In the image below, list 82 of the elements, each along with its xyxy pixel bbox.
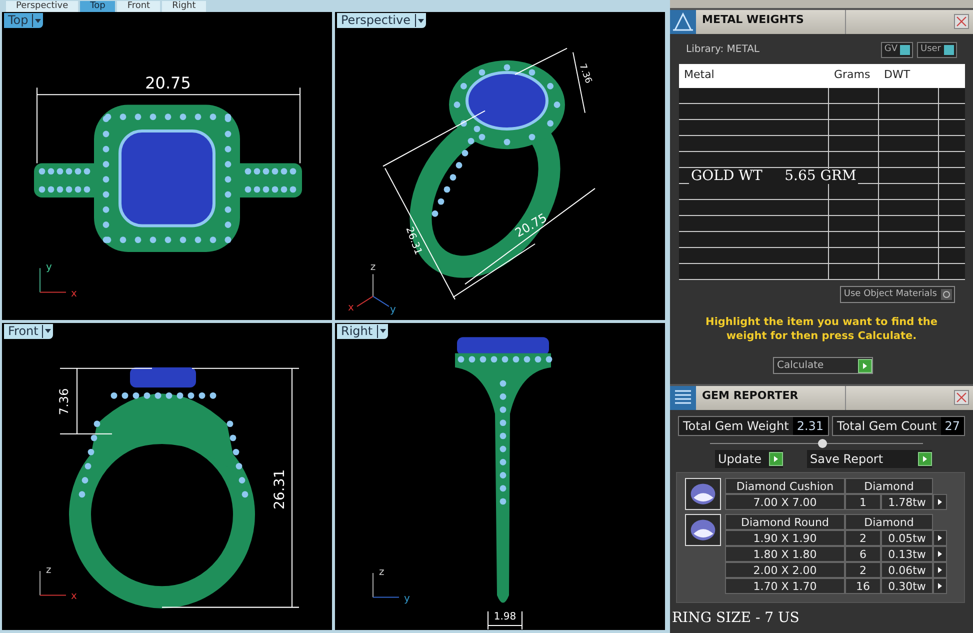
gem-material: Diamond — [845, 478, 933, 494]
ring-size-caption: RING SIZE - 7 US — [672, 609, 800, 628]
toggle-switch[interactable]: User — [917, 42, 957, 58]
total-label: Total Gem Weight — [682, 418, 789, 435]
viewport-tab[interactable]: Right — [337, 324, 388, 338]
splitter-knob-icon[interactable] — [818, 439, 827, 448]
axis-label: z — [46, 564, 52, 576]
caret-icon — [376, 324, 386, 338]
gem-weight: 0.06tw — [881, 562, 933, 578]
dimension-label: 7.36 — [576, 62, 593, 85]
dimension-line — [488, 610, 522, 629]
viewport-tab[interactable]: Perspective — [337, 13, 426, 28]
gem-size: 1.70 X 1.70 — [725, 578, 845, 594]
gem-weight: 1.78tw — [881, 494, 933, 510]
gem-icon — [685, 514, 721, 546]
total-value: 2.31 — [792, 417, 828, 435]
column-header: Grams — [833, 67, 872, 84]
view-tab[interactable]: Top — [80, 1, 116, 12]
select-button[interactable] — [933, 562, 947, 578]
panel-title: METAL WEIGHTS — [696, 10, 846, 34]
list-icon — [670, 386, 696, 410]
axis-label: z — [379, 566, 384, 578]
axis-label: y — [390, 304, 396, 316]
axis-icon — [356, 274, 390, 307]
viewport-tab[interactable]: Front — [4, 324, 54, 338]
gem-count: 6 — [845, 546, 881, 562]
report-button[interactable]: Update — [715, 450, 783, 468]
gem-material: Diamond — [845, 514, 933, 530]
dimension-label: 26.31 — [272, 468, 288, 510]
weight-note: GOLD WT 5.65 GRM — [689, 168, 858, 184]
gem-size: 7.00 X 7.00 — [725, 494, 845, 510]
caret-icon — [414, 14, 424, 27]
viewport[interactable]: Right 1.98 z y — [335, 322, 665, 630]
axis-label: x — [348, 302, 354, 314]
axis-label: x — [71, 288, 77, 300]
close-button[interactable] — [954, 390, 969, 405]
axis-label: z — [370, 262, 376, 274]
panel-title: GEM REPORTER — [696, 386, 846, 410]
gem-shape: Diamond Round — [725, 514, 845, 530]
gem-count: 1 — [845, 494, 881, 510]
library-label: Library: METAL — [686, 43, 760, 58]
gem-size: 1.80 X 1.80 — [725, 546, 845, 562]
select-button[interactable] — [933, 546, 947, 562]
gem-weight: 0.13tw — [881, 546, 933, 562]
total-label: Total Gem Count — [836, 418, 937, 435]
viewport[interactable]: Front 7.36 26.31 z x — [2, 322, 332, 630]
gem-count: 2 — [845, 562, 881, 578]
view-tab[interactable]: Front — [117, 1, 160, 12]
total-value: 27 — [940, 417, 964, 435]
gem-shape: Diamond Cushion — [725, 478, 845, 494]
dimension-label: 7.36 — [57, 388, 71, 415]
gem-icon — [685, 478, 721, 510]
gem-count: 2 — [845, 530, 881, 546]
select-button[interactable] — [933, 494, 947, 510]
axis-label: y — [404, 592, 410, 604]
dimension-label: 1.98 — [494, 610, 516, 622]
select-button[interactable] — [933, 578, 947, 594]
select-button[interactable] — [933, 530, 947, 546]
gem-weight: 0.30tw — [881, 578, 933, 594]
calculate-button[interactable]: Calculate — [773, 357, 873, 374]
caret-icon — [32, 14, 42, 27]
dimension-label: 20.75 — [145, 74, 191, 93]
gem-weight: 0.05tw — [881, 530, 933, 546]
axis-label: y — [46, 262, 52, 274]
gem-size: 1.90 X 1.90 — [725, 530, 845, 546]
scale-icon — [670, 10, 696, 34]
gem-count: 16 — [845, 578, 881, 594]
view-tab[interactable]: Right — [162, 1, 206, 12]
gem-size: 2.00 X 2.00 — [725, 562, 845, 578]
view-tab[interactable]: Perspective — [6, 1, 78, 12]
dimension-label: 26.31 — [403, 226, 424, 256]
viewport[interactable]: Top 20.75 y x — [2, 12, 332, 320]
column-header: Metal — [683, 67, 716, 84]
toggle-switch[interactable]: GV — [881, 42, 914, 58]
hint-text: Highlight the item you want to find the weight for then press Calculate. — [704, 315, 938, 343]
viewport-tab[interactable]: Top — [4, 13, 44, 28]
report-button[interactable]: Save Report — [807, 450, 932, 468]
caret-icon — [42, 324, 52, 338]
column-header: DWT — [883, 67, 912, 84]
axis-label: x — [71, 590, 77, 602]
close-button[interactable] — [954, 14, 969, 29]
use-object-materials-toggle[interactable]: Use Object Materials — [840, 286, 955, 303]
